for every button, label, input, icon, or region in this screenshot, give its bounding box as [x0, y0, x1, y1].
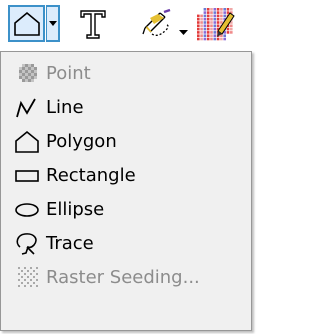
menu-item-label: Ellipse: [46, 199, 105, 220]
menu-item-point[interactable]: Point: [2, 57, 250, 91]
menu-item-label: Rectangle: [46, 165, 136, 186]
menu-item-raster-seeding[interactable]: Raster Seeding...: [2, 261, 250, 295]
trace-icon: [14, 231, 42, 257]
chevron-down-icon: [49, 21, 57, 26]
line-icon: [14, 95, 42, 121]
ellipse-icon: [14, 197, 42, 223]
pencil-icon: [142, 8, 171, 36]
shape-dropdown-button[interactable]: [46, 5, 60, 42]
menu-item-label: Polygon: [46, 131, 117, 152]
menu-item-label: Line: [46, 97, 84, 118]
chevron-down-icon: [179, 30, 188, 35]
text-tool-button[interactable]: [78, 8, 108, 40]
menu-item-ellipse[interactable]: Ellipse: [2, 193, 250, 227]
menu-item-label: Trace: [46, 233, 94, 254]
draw-dropdown-button[interactable]: [179, 21, 188, 35]
menu-item-rectangle[interactable]: Rectangle: [2, 159, 250, 193]
shape-tool-button[interactable]: [8, 5, 45, 42]
raster-seeding-icon: [14, 265, 42, 291]
graphics-toolbar: [0, 0, 285, 50]
point-icon: [14, 61, 42, 87]
polygon-icon: [14, 129, 42, 155]
rectangle-icon: [14, 163, 42, 189]
shape-dropdown-menu: Point Line Polygon Rectangle Ellipse Tra…: [0, 51, 252, 331]
raster-seed-icon: [197, 8, 235, 41]
menu-item-line[interactable]: Line: [2, 91, 250, 125]
polygon-icon: [14, 11, 40, 36]
draw-tool-button[interactable]: [140, 8, 174, 40]
menu-item-polygon[interactable]: Polygon: [2, 125, 250, 159]
text-icon: [80, 10, 106, 39]
raster-tool-button[interactable]: [196, 5, 236, 43]
menu-item-label: Raster Seeding...: [46, 267, 200, 288]
menu-item-trace[interactable]: Trace: [2, 227, 250, 261]
menu-item-label: Point: [46, 63, 91, 84]
